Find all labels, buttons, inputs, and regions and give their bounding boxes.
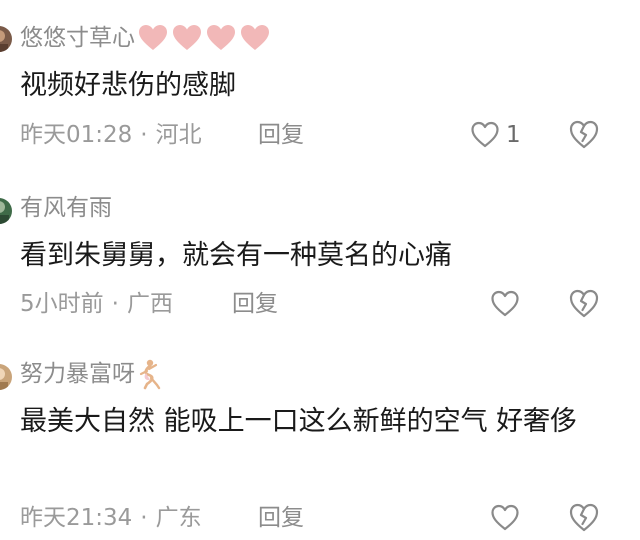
separator-dot: · xyxy=(140,505,148,531)
comment-time: 昨天21:34 xyxy=(20,505,133,531)
broken-heart-icon xyxy=(569,289,599,318)
comment-time: 昨天01:28 xyxy=(20,122,133,148)
dancer-icon xyxy=(139,359,161,390)
username[interactable]: 悠悠寸草心 xyxy=(20,22,273,54)
reply-button[interactable]: 回复 xyxy=(232,287,278,321)
like-count: 1 xyxy=(506,122,521,148)
badge-group xyxy=(137,23,273,53)
dislike-button[interactable] xyxy=(568,119,600,151)
comment-meta: 昨天21:34 · 广东 xyxy=(20,501,202,535)
avatar[interactable] xyxy=(0,198,12,224)
pink-heart-icon xyxy=(173,25,201,50)
avatar[interactable] xyxy=(0,26,12,52)
pink-heart-icon xyxy=(139,25,167,50)
heart-outline-icon xyxy=(471,121,499,148)
separator-dot: · xyxy=(111,291,119,317)
comment-text: 看到朱舅舅，就会有一种莫名的心痛 xyxy=(20,240,452,271)
comment-text: 最美大自然 能吸上一口这么新鲜的空气 好奢侈 xyxy=(20,406,578,437)
like-button[interactable] xyxy=(490,287,526,321)
comment-text: 视频好悲伤的感脚 xyxy=(20,70,236,101)
like-button[interactable]: 1 xyxy=(470,118,521,152)
comment-time: 5小时前 xyxy=(20,291,104,317)
username[interactable]: 有风有雨 xyxy=(20,192,112,224)
reply-button[interactable]: 回复 xyxy=(258,118,304,152)
avatar[interactable] xyxy=(0,364,12,390)
comment-location: 河北 xyxy=(155,122,202,148)
heart-outline-icon xyxy=(491,290,519,317)
dislike-button[interactable] xyxy=(568,502,600,534)
username-text: 有风有雨 xyxy=(20,195,112,221)
reply-button[interactable]: 回复 xyxy=(258,501,304,535)
comment-location: 广东 xyxy=(155,505,202,531)
pink-heart-icon xyxy=(241,25,269,50)
pink-heart-icon xyxy=(207,25,235,50)
broken-heart-icon xyxy=(569,503,599,532)
username-text: 努力暴富呀 xyxy=(20,361,135,387)
heart-outline-icon xyxy=(491,504,519,531)
dislike-button[interactable] xyxy=(568,288,600,320)
like-button[interactable] xyxy=(490,501,526,535)
broken-heart-icon xyxy=(569,120,599,149)
separator-dot: · xyxy=(140,122,148,148)
username[interactable]: 努力暴富呀 xyxy=(20,358,163,390)
comment-meta: 5小时前 · 广西 xyxy=(20,287,173,321)
comment-location: 广西 xyxy=(126,291,173,317)
username-text: 悠悠寸草心 xyxy=(20,25,135,51)
comment-meta: 昨天01:28 · 河北 xyxy=(20,118,202,152)
